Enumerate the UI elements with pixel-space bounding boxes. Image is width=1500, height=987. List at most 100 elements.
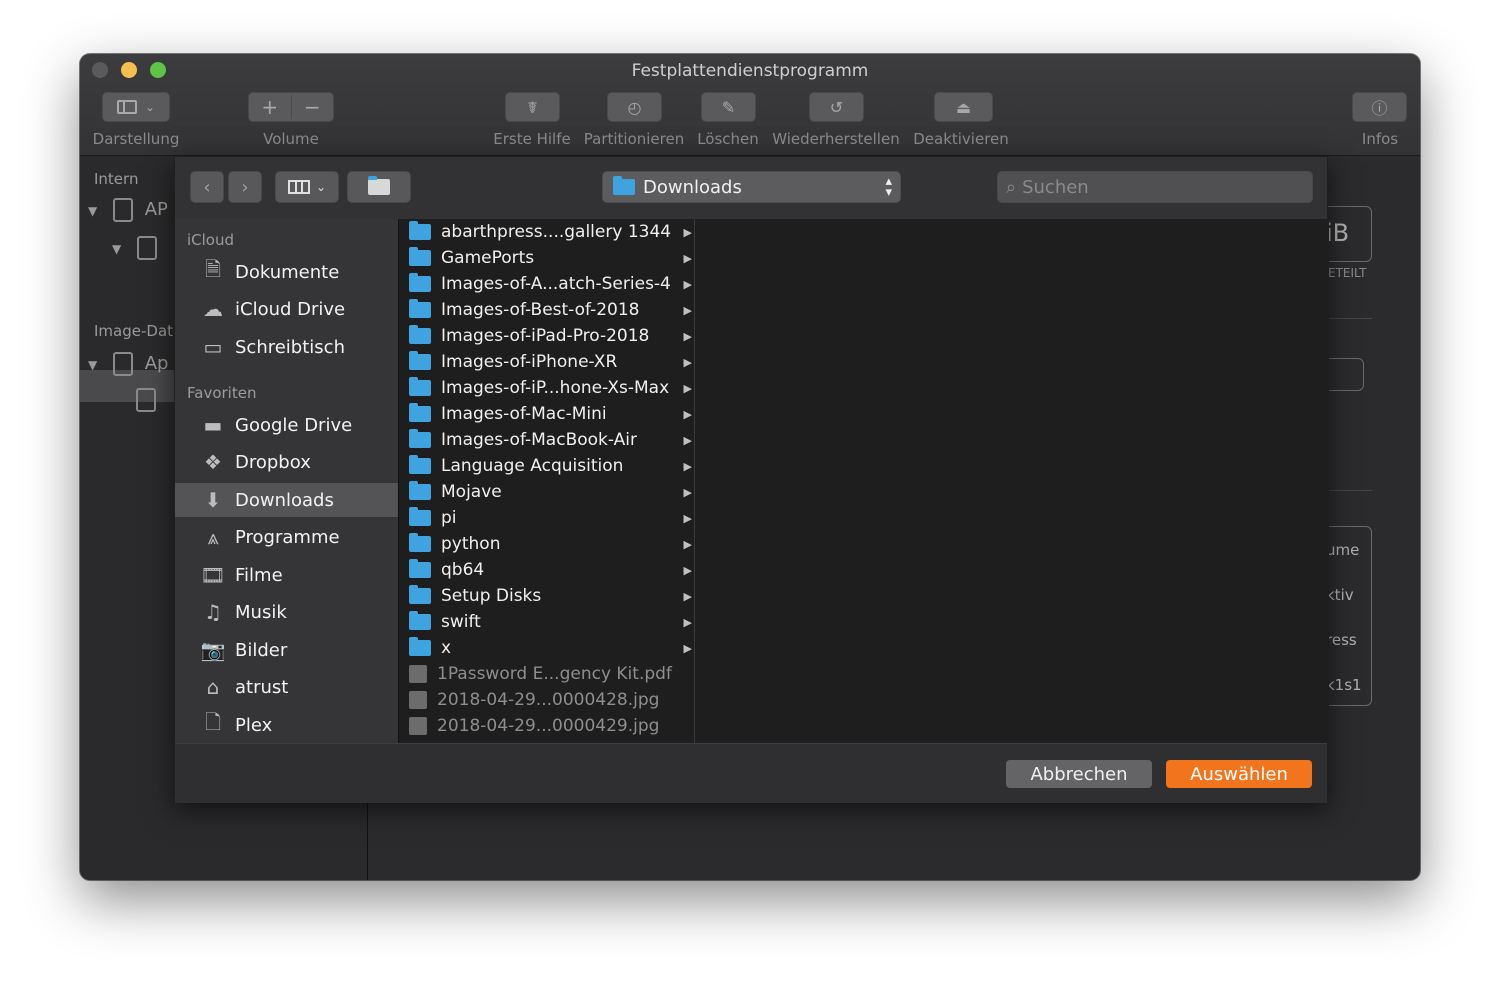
sidebar-item-label: Bilder <box>235 639 288 661</box>
file-row[interactable]: swift ▶ <box>399 609 694 635</box>
view-button[interactable]: ⌄ <box>102 92 170 122</box>
file-row[interactable]: Images-of-iP...hone-Xs-Max ▶ <box>399 375 694 401</box>
new-folder-button[interactable] <box>347 171 411 203</box>
file-row[interactable]: 2018-04-29...0000429.jpg <box>399 713 694 739</box>
sidebar-item-musik[interactable]: ♫ Musik <box>175 595 398 629</box>
updown-chevron-icon: ▴ ▾ <box>885 174 892 200</box>
restore-arrow-icon: ↺ <box>829 97 844 117</box>
path-popup[interactable]: Downloads ▴ ▾ <box>602 171 901 203</box>
dialog-sidebar: iCloud 🗎 Dokumente ☁ iCloud Drive ▭ Schreib… <box>175 219 398 743</box>
file-row[interactable]: Images-of-iPhone-XR ▶ <box>399 349 694 375</box>
file-row[interactable]: pi ▶ <box>399 505 694 531</box>
remove-volume-button[interactable]: − <box>292 95 334 119</box>
divider <box>1328 490 1372 491</box>
window-title: Festplattendienstprogramm <box>631 61 869 81</box>
detail-row-3: ress <box>1326 631 1357 649</box>
first-aid-button[interactable]: ☤ <box>505 92 560 122</box>
file-row[interactable]: Language Acquisition ▶ <box>399 453 694 479</box>
sidebar-item-label: atrust <box>235 676 289 698</box>
sidebar-item-downloads[interactable]: ⬇ Downloads <box>175 483 398 517</box>
file-row[interactable]: qb64 ▶ <box>399 557 694 583</box>
file-row[interactable]: Images-of-Best-of-2018 ▶ <box>399 297 694 323</box>
detail-row-4: k1s1 <box>1326 676 1362 694</box>
disclosure-arrow-icon: ▶ <box>683 563 692 577</box>
image-name: Ap <box>144 353 169 374</box>
sidebar-item-dropbox[interactable]: ❖ Dropbox <box>175 445 398 479</box>
path-label: Downloads <box>643 176 742 198</box>
sidebar-item-label: Filme <box>235 564 283 586</box>
view-label: Darstellung <box>92 130 180 148</box>
file-row[interactable]: python ▶ <box>399 531 694 557</box>
image-volume-row[interactable] <box>136 388 156 412</box>
file-row[interactable]: GamePorts ▶ <box>399 245 694 271</box>
dialog-footer: Abbrechen Auswählen <box>175 743 1327 803</box>
container-row[interactable]: ▼ <box>112 236 157 260</box>
disclosure-arrow-icon: ▶ <box>683 459 692 473</box>
disclosure-arrow-icon: ▶ <box>683 225 692 239</box>
cloud-icon: ☁ <box>203 297 223 321</box>
file-row[interactable]: Images-of-iPad-Pro-2018 ▶ <box>399 323 694 349</box>
folder-icon: ▬ <box>203 413 223 437</box>
image-row[interactable]: ▼ Ap <box>88 352 168 376</box>
disclosure-arrow-icon: ▶ <box>683 407 692 421</box>
file-row[interactable]: Images-of-MacBook-Air ▶ <box>399 427 694 453</box>
disclosure-arrow-icon: ▶ <box>683 303 692 317</box>
disclosure-arrow-icon: ▶ <box>683 329 692 343</box>
favorites-header: Favoriten <box>187 384 257 402</box>
disclosure-arrow-icon: ▶ <box>683 537 692 551</box>
sidebar-item-dokumente[interactable]: 🗎 Dokumente <box>175 255 398 289</box>
search-input[interactable] <box>1022 176 1293 198</box>
folder-icon <box>409 559 431 578</box>
info-icon: ⓘ <box>1371 99 1388 118</box>
disclosure-arrow-icon: ▶ <box>683 641 692 655</box>
pencil-icon: ✎ <box>721 97 736 117</box>
disclosure-triangle-icon: ▼ <box>88 358 98 372</box>
sidebar-item-plex[interactable]: 🗋 Plex <box>175 708 398 742</box>
detail-row-2: ktiv <box>1326 586 1354 604</box>
file-row[interactable]: abarthpress....gallery 1344 ▶ <box>399 219 694 245</box>
choose-button[interactable]: Auswählen <box>1166 760 1312 788</box>
info-button[interactable]: ⓘ <box>1352 92 1407 122</box>
disk-row-ap[interactable]: ▼ AP <box>88 198 168 222</box>
sidebar-item-programme[interactable]: ⩓ Programme <box>175 520 398 554</box>
sidebar-item-label: Downloads <box>235 489 334 511</box>
file-row[interactable]: Setup Disks ▶ <box>399 583 694 609</box>
sidebar-item-icloud-drive[interactable]: ☁ iCloud Drive <box>175 292 398 326</box>
disclosure-triangle-icon: ▼ <box>88 204 98 218</box>
file-row[interactable]: 2018-04-29...0000428.jpg <box>399 687 694 713</box>
file-row[interactable]: Images-of-Mac-Mini ▶ <box>399 401 694 427</box>
new-folder-icon <box>368 176 390 195</box>
hard-disk-icon <box>136 236 157 260</box>
external-disk-icon <box>136 388 156 412</box>
search-field[interactable]: ⌕ <box>997 171 1313 203</box>
view-mode-button[interactable]: ⌄ <box>275 171 339 203</box>
hard-disk-icon <box>112 198 133 222</box>
file-row[interactable]: Mojave ▶ <box>399 479 694 505</box>
back-button[interactable]: ‹ <box>190 171 224 203</box>
sidebar-item-google-drive[interactable]: ▬ Google Drive <box>175 408 398 442</box>
file-row[interactable]: x ▶ <box>399 635 694 661</box>
forward-button[interactable]: › <box>228 171 262 203</box>
sidebar-item-atrust[interactable]: ⌂ atrust <box>175 670 398 704</box>
icloud-header: iCloud <box>187 231 235 249</box>
disclosure-arrow-icon: ▶ <box>683 615 692 629</box>
sidebar-item-label: Plex <box>235 714 273 736</box>
add-volume-button[interactable]: + <box>249 95 292 119</box>
erase-button[interactable]: ✎ <box>701 92 756 122</box>
applications-icon: ⩓ <box>207 525 219 549</box>
restore-button[interactable]: ↺ <box>809 92 864 122</box>
file-row[interactable]: Images-of-A...atch-Series-4 ▶ <box>399 271 694 297</box>
sidebar-item-label: Programme <box>235 526 340 548</box>
sidebar-item-schreibtisch[interactable]: ▭ Schreibtisch <box>175 330 398 364</box>
unmount-button[interactable]: ⏏ <box>934 92 993 122</box>
image-file-icon <box>409 717 427 735</box>
file-row[interactable]: 1Password E...gency Kit.pdf <box>399 661 694 687</box>
cancel-button[interactable]: Abbrechen <box>1006 760 1152 788</box>
folder-icon <box>409 481 431 500</box>
sidebar-item-filme[interactable]: 🎞 Filme <box>175 558 398 592</box>
folder-icon <box>409 533 431 552</box>
partition-button[interactable]: ◴ <box>607 92 662 122</box>
folder-icon <box>409 611 431 630</box>
sidebar-item-bilder[interactable]: 📷 Bilder <box>175 633 398 667</box>
disclosure-arrow-icon: ▶ <box>683 251 692 265</box>
